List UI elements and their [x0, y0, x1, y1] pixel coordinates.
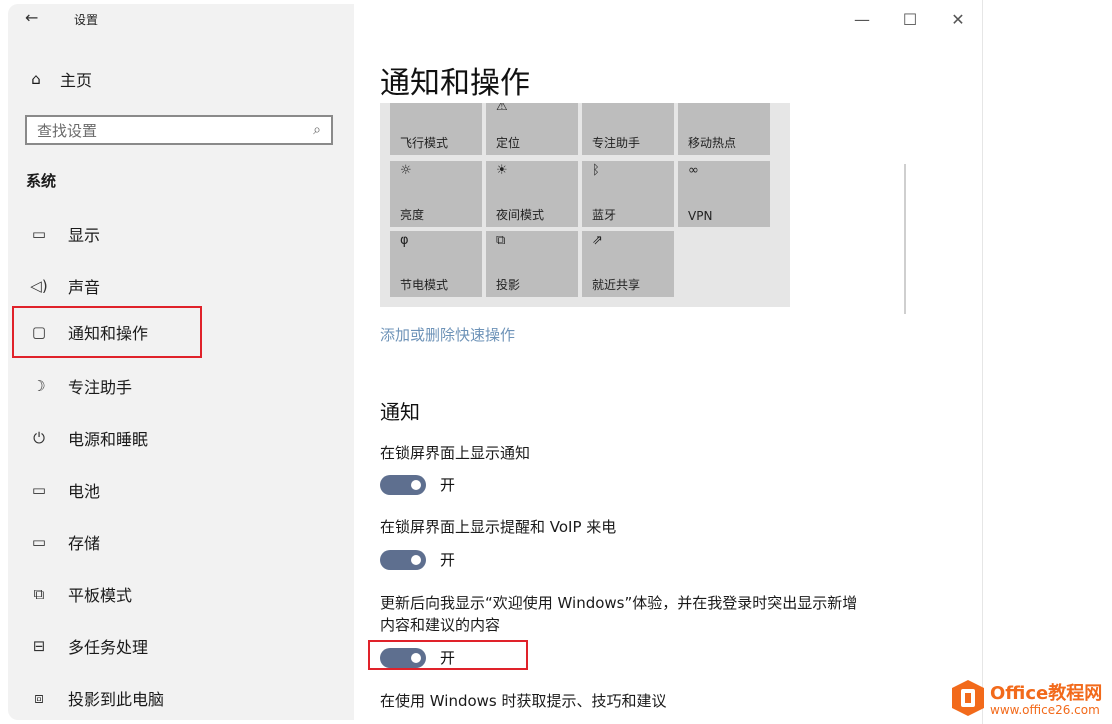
battery-icon: ▭ [31, 481, 47, 499]
content-scrollbar[interactable] [904, 164, 906, 314]
sidebar: ← 设置 ⌂ 主页 查找设置 ⌕ 系统 ▭ 显示 ◁) 声音 ▢ 通知和操作 ☽… [8, 4, 354, 720]
monitor-icon: ▭ [31, 225, 47, 243]
quick-action-focus-assist[interactable]: 专注助手 [582, 103, 674, 155]
sidebar-home[interactable]: ⌂ 主页 [26, 67, 92, 91]
quick-action-label: 定位 [496, 136, 521, 150]
sidebar-item-label: 投影到此电脑 [68, 690, 165, 709]
quick-action-project[interactable]: ⧉ 投影 [486, 231, 578, 297]
toggle-state: 开 [440, 551, 456, 569]
location-icon: ⚠ [496, 103, 508, 114]
sidebar-item-label: 平板模式 [68, 586, 133, 605]
moon-icon: ☽ [32, 377, 46, 395]
search-box[interactable]: 查找设置 ⌕ [25, 115, 333, 145]
speaker-icon: ◁) [30, 277, 48, 295]
setting-label: 更新后向我显示“欢迎使用 Windows”体验，并在我登录时突出显示新增内容和建… [380, 594, 858, 634]
quick-action-label: 飞行模式 [400, 136, 449, 150]
sidebar-item-label: 多任务处理 [68, 638, 149, 657]
night-light-icon: ☀ [496, 163, 508, 178]
highlight-box [368, 640, 528, 670]
quick-action-bluetooth[interactable]: ᛒ 蓝牙 [582, 161, 674, 227]
back-arrow-icon[interactable]: ← [25, 8, 38, 27]
maximize-button[interactable]: ☐ [886, 4, 934, 34]
close-button[interactable]: ✕ [934, 4, 982, 34]
quick-action-label: 夜间模式 [496, 208, 545, 222]
minimize-button[interactable]: — [838, 4, 886, 34]
bluetooth-icon: ᛒ [592, 163, 600, 178]
sidebar-item-storage[interactable]: ▭ 存储 [16, 516, 354, 568]
storage-icon: ▭ [31, 533, 47, 551]
sidebar-item-project-to-pc[interactable]: ⧈ 投影到此电脑 [16, 672, 354, 720]
divider [982, 0, 983, 724]
office-logo-icon [952, 680, 984, 716]
home-label: 主页 [60, 71, 93, 90]
sidebar-item-focus-assist[interactable]: ☽ 专注助手 [16, 360, 354, 412]
sidebar-item-label: 电源和睡眠 [68, 430, 149, 449]
toggle-knob [411, 554, 421, 565]
sidebar-item-label: 专注助手 [68, 378, 133, 397]
sidebar-item-label: 声音 [68, 278, 101, 297]
multitask-icon: ⊟ [32, 637, 46, 655]
app-title: 设置 [74, 13, 99, 27]
sidebar-item-battery[interactable]: ▭ 电池 [16, 464, 354, 516]
quick-action-nearby-share[interactable]: ⇗ 就近共享 [582, 231, 674, 297]
main-content: — ☐ ✕ 通知和操作 飞行模式 ⚠ 定位 专注助手 移动热点 ☼ 亮度 ☀ 夜… [354, 4, 982, 720]
sidebar-item-power-sleep[interactable]: ⏻ 电源和睡眠 [16, 412, 354, 464]
sidebar-item-label: 存储 [68, 534, 101, 553]
sidebar-item-sound[interactable]: ◁) 声音 [16, 260, 354, 312]
highlight-box [12, 306, 202, 358]
quick-action-airplane[interactable]: 飞行模式 [390, 103, 482, 155]
vpn-icon: ∞ [688, 163, 699, 178]
toggle-state: 开 [440, 476, 456, 494]
search-input[interactable]: 查找设置 [37, 120, 97, 141]
home-icon: ⌂ [31, 70, 41, 88]
quick-action-hotspot[interactable]: 移动热点 [678, 103, 770, 155]
toggle-row: 开 [380, 549, 455, 570]
watermark: Office教程网 www.office26.com [948, 676, 1112, 724]
quick-action-vpn[interactable]: ∞ VPN [678, 161, 770, 227]
sidebar-item-tablet-mode[interactable]: ⧉ 平板模式 [16, 568, 354, 620]
quick-action-label: 蓝牙 [592, 208, 617, 222]
setting-label: 在使用 Windows 时获取提示、技巧和建议 [380, 692, 667, 710]
project-icon: ⧉ [496, 233, 506, 248]
sidebar-item-multitasking[interactable]: ⊟ 多任务处理 [16, 620, 354, 672]
sidebar-item-label: 显示 [68, 226, 101, 245]
quick-actions-panel: 飞行模式 ⚠ 定位 专注助手 移动热点 ☼ 亮度 ☀ 夜间模式 ᛒ 蓝牙 ∞ V… [380, 103, 790, 307]
battery-saver-icon: φ [400, 233, 409, 248]
watermark-url: www.office26.com [990, 703, 1100, 717]
brightness-icon: ☼ [400, 163, 412, 178]
sidebar-item-display[interactable]: ▭ 显示 [16, 208, 354, 260]
nearby-share-icon: ⇗ [592, 233, 603, 248]
page-title: 通知和操作 [380, 66, 530, 101]
quick-action-brightness[interactable]: ☼ 亮度 [390, 161, 482, 227]
search-icon: ⌕ [313, 122, 321, 138]
quick-action-label: 移动热点 [688, 136, 737, 150]
quick-action-label: 就近共享 [592, 278, 641, 292]
quick-action-battery-saver[interactable]: φ 节电模式 [390, 231, 482, 297]
window-controls: — ☐ ✕ [838, 4, 982, 34]
sidebar-item-label: 电池 [68, 482, 101, 501]
notifications-section-title: 通知 [380, 400, 420, 424]
watermark-title: Office教程网 [990, 683, 1103, 704]
sidebar-section-title: 系统 [26, 172, 57, 190]
quick-action-label: 节电模式 [400, 278, 449, 292]
quick-action-label: 专注助手 [592, 136, 641, 150]
quick-action-label: 投影 [496, 278, 521, 292]
lockscreen-reminders-toggle[interactable] [380, 549, 426, 570]
setting-label: 在锁屏界面上显示提醒和 VoIP 来电 [380, 518, 617, 536]
quick-action-label: VPN [688, 209, 713, 223]
lockscreen-notifications-toggle[interactable] [380, 474, 426, 495]
edit-quick-actions-link[interactable]: 添加或删除快速操作 [380, 324, 515, 345]
quick-action-location[interactable]: ⚠ 定位 [486, 103, 578, 155]
project-icon: ⧈ [34, 689, 44, 707]
toggle-row: 开 [380, 474, 455, 495]
quick-action-label: 亮度 [400, 208, 425, 222]
settings-window: ← 设置 ⌂ 主页 查找设置 ⌕ 系统 ▭ 显示 ◁) 声音 ▢ 通知和操作 ☽… [8, 4, 982, 720]
setting-label: 在锁屏界面上显示通知 [380, 444, 531, 462]
tablet-icon: ⧉ [33, 585, 45, 603]
toggle-knob [411, 479, 421, 490]
power-icon: ⏻ [33, 429, 45, 447]
quick-action-night-light[interactable]: ☀ 夜间模式 [486, 161, 578, 227]
